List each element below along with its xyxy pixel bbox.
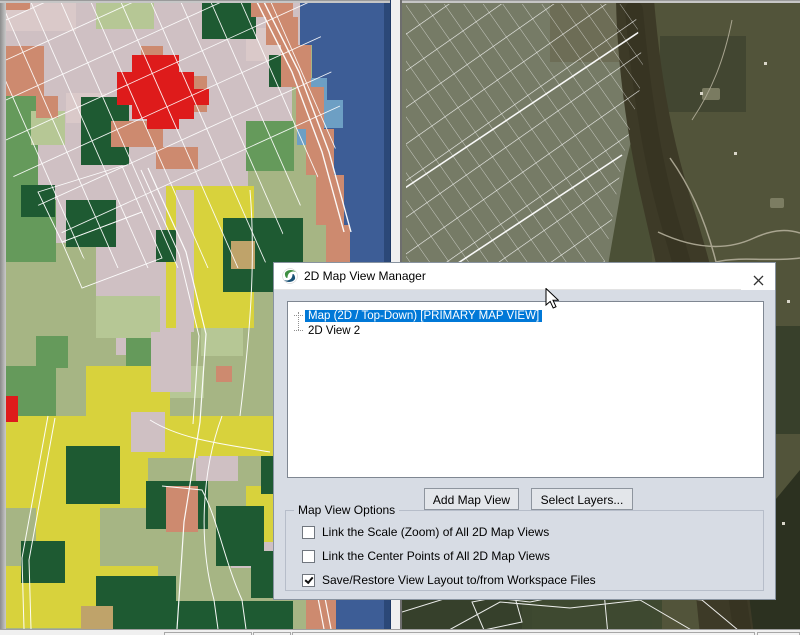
link-center-checkbox-row[interactable]: Link the Center Points of All 2D Map Vie… — [302, 549, 550, 563]
list-item-label: Map (2D / Top-Down) [PRIMARY MAP VIEW] — [305, 310, 542, 322]
group-label: Map View Options — [294, 503, 399, 517]
window-left-edge — [0, 0, 6, 635]
dialog-title: 2D Map View Manager — [304, 263, 426, 289]
add-map-view-button[interactable]: Add Map View — [424, 488, 519, 510]
tree-connector — [294, 330, 303, 331]
checkbox-label: Link the Scale (Zoom) of All 2D Map View… — [322, 525, 549, 539]
list-item-label: 2D View 2 — [305, 325, 363, 337]
map-view-list[interactable]: Map (2D / Top-Down) [PRIMARY MAP VIEW] 2… — [287, 301, 764, 478]
checkbox-label: Link the Center Points of All 2D Map Vie… — [322, 549, 550, 563]
list-item-2d-view-2[interactable]: 2D View 2 — [288, 323, 763, 338]
global-mapper-logo-icon — [282, 268, 298, 284]
link-scale-checkbox[interactable] — [302, 526, 315, 539]
app-window: 2D Map View Manager Map (2D / Top-Down) … — [0, 0, 800, 635]
link-center-checkbox[interactable] — [302, 550, 315, 563]
map-view-options-group: Map View Options Link the Scale (Zoom) o… — [285, 510, 764, 591]
dialog-titlebar[interactable]: 2D Map View Manager — [274, 263, 775, 290]
close-icon[interactable] — [741, 263, 775, 290]
select-layers-button[interactable]: Select Layers... — [531, 488, 633, 510]
status-bar — [0, 629, 800, 635]
checkbox-label: Save/Restore View Layout to/from Workspa… — [322, 573, 596, 587]
tree-guide-line — [298, 312, 299, 330]
save-restore-checkbox[interactable] — [302, 574, 315, 587]
list-item-primary-map-view[interactable]: Map (2D / Top-Down) [PRIMARY MAP VIEW] — [288, 308, 763, 323]
link-scale-checkbox-row[interactable]: Link the Scale (Zoom) of All 2D Map View… — [302, 525, 549, 539]
map-view-manager-dialog: 2D Map View Manager Map (2D / Top-Down) … — [273, 262, 776, 600]
save-restore-checkbox-row[interactable]: Save/Restore View Layout to/from Workspa… — [302, 573, 596, 587]
